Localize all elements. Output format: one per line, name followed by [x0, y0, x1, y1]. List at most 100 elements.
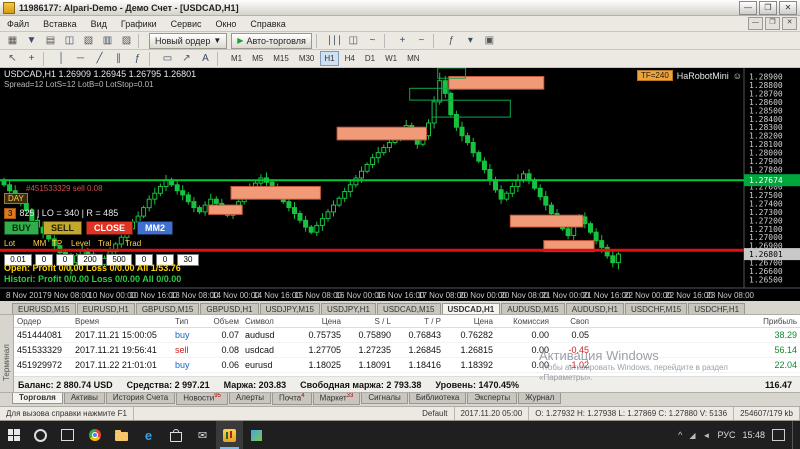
terminal-tab-эксперты[interactable]: Эксперты: [467, 393, 518, 404]
text-tool-icon[interactable]: A: [196, 50, 215, 67]
store-icon[interactable]: [162, 421, 189, 449]
navigator-icon[interactable]: ▧: [79, 32, 98, 49]
chart-tab-usdjpy-m15[interactable]: USDJPY,M15: [259, 303, 320, 314]
arrow-tool-icon[interactable]: ↗: [177, 50, 196, 67]
account-summary-row[interactable]: Баланс: 2 880.74 USD Средства: 2 997.21 …: [14, 376, 800, 392]
market-watch-icon[interactable]: ▤: [41, 32, 60, 49]
periods-icon[interactable]: ▾: [461, 32, 480, 49]
orders-column-7[interactable]: T / P: [394, 315, 444, 328]
clock[interactable]: 15:48: [742, 430, 765, 440]
tray-hidden-icons-button[interactable]: ^: [678, 430, 682, 440]
chart-tab-usdcad-m15[interactable]: USDCAD,M15: [376, 303, 441, 314]
chart-bars-icon[interactable]: ∣∣∣: [325, 32, 344, 49]
menu-item-7[interactable]: Справка: [243, 19, 292, 29]
orders-column-6[interactable]: S / L: [344, 315, 394, 328]
chart-line-icon[interactable]: ~: [363, 32, 382, 49]
mail-icon[interactable]: ✉: [189, 421, 216, 449]
templates-icon[interactable]: ▣: [480, 32, 499, 49]
strategy-tester-icon[interactable]: ▨: [117, 32, 136, 49]
ea-smiley-icon[interactable]: ☺: [733, 71, 742, 81]
autotrade-button[interactable]: ▶ Авто-торговля: [231, 32, 312, 49]
chart-restore-button[interactable]: ❐: [765, 17, 780, 30]
explorer-icon[interactable]: [108, 421, 135, 449]
terminal-tab-алерты[interactable]: Алерты: [228, 393, 272, 404]
language-indicator[interactable]: РУС: [717, 430, 735, 440]
shapes-icon[interactable]: ▭: [158, 50, 177, 67]
action-center-icon[interactable]: [772, 429, 785, 441]
terminal-tab-сигналы[interactable]: Сигналы: [361, 393, 408, 404]
terminal-panel-handle[interactable]: Терминал: [0, 315, 14, 392]
timeframe-w1[interactable]: W1: [381, 51, 401, 66]
terminal-tab-почта[interactable]: Почта4: [272, 393, 312, 405]
task-view-button[interactable]: [54, 421, 81, 449]
menu-item-3[interactable]: Вид: [84, 19, 114, 29]
timeframe-m15[interactable]: M15: [269, 51, 293, 66]
menu-item-1[interactable]: Файл: [0, 19, 36, 29]
terminal-tab-журнал[interactable]: Журнал: [518, 393, 562, 404]
horizontal-line-icon[interactable]: ─: [71, 50, 90, 67]
timeframe-m30[interactable]: M30: [295, 51, 319, 66]
chart-tab-eurusd-h1[interactable]: EURUSD,H1: [76, 303, 135, 314]
network-icon[interactable]: ◢: [689, 431, 695, 440]
chart-tab-audusd-m15[interactable]: AUDUSD,M15: [501, 303, 565, 314]
channel-icon[interactable]: ∥: [109, 50, 128, 67]
menu-item-4[interactable]: Графики: [114, 19, 164, 29]
chart-minimize-button[interactable]: —: [748, 17, 763, 30]
zoom-in-icon[interactable]: +: [393, 32, 412, 49]
orders-column-1[interactable]: Время: [72, 315, 172, 328]
chart-tab-gbpusd-m15[interactable]: GBPUSD,M15: [135, 303, 200, 314]
close-button[interactable]: CLOSE: [86, 221, 134, 235]
chart-tab-usdchf-m15[interactable]: USDCHF,M15: [625, 303, 688, 314]
mm2-button[interactable]: MM2: [137, 221, 174, 235]
search-button[interactable]: [27, 421, 54, 449]
order-row[interactable]: 451533329 2017.11.21 19:56:41 sell 0.08 usdc…: [14, 342, 800, 358]
data-window-icon[interactable]: ◫: [60, 32, 79, 49]
orders-column-2[interactable]: Тип: [172, 315, 204, 328]
orders-column-0[interactable]: Ордер: [14, 315, 72, 328]
chart-tab-audusd-h1[interactable]: AUDUSD,H1: [565, 303, 624, 314]
order-row[interactable]: 451929972 2017.11.22 21:01:01 buy 0.06 eurus…: [14, 357, 800, 373]
orders-column-4[interactable]: Символ: [242, 315, 292, 328]
terminal-tab-история-счета[interactable]: История Счета: [105, 393, 176, 404]
timeframe-m1[interactable]: M1: [227, 51, 246, 66]
trendline-icon[interactable]: ╱: [90, 50, 109, 67]
timeframe-d1[interactable]: D1: [361, 51, 379, 66]
chart-candles-icon[interactable]: ◫: [344, 32, 363, 49]
terminal-tab-библиотека[interactable]: Библиотека: [408, 393, 467, 404]
menu-item-5[interactable]: Сервис: [164, 19, 209, 29]
window-maximize-button[interactable]: ❐: [759, 0, 777, 15]
profiles-icon[interactable]: ▼: [22, 32, 41, 49]
window-minimize-button[interactable]: —: [739, 0, 757, 15]
zoom-out-icon[interactable]: −: [412, 32, 431, 49]
terminal-tab-новости[interactable]: Новости95: [176, 393, 228, 405]
crosshair-icon[interactable]: +: [22, 50, 41, 67]
terminal-tab-маркет[interactable]: Маркет33: [312, 393, 361, 405]
indicators-icon[interactable]: ƒ: [442, 32, 461, 49]
chart-tab-usdcad-h1[interactable]: USDCAD,H1: [441, 303, 501, 314]
menu-item-2[interactable]: Вставка: [36, 19, 83, 29]
timeframe-h1[interactable]: H1: [320, 51, 339, 66]
edge-icon[interactable]: e: [135, 421, 162, 449]
chart-tab-gbpusd-h1[interactable]: GBPUSD,H1: [200, 303, 259, 314]
timeframe-m5[interactable]: M5: [248, 51, 267, 66]
timeframe-h4[interactable]: H4: [341, 51, 359, 66]
orders-column-8[interactable]: Цена: [444, 315, 496, 328]
show-desktop-button[interactable]: [792, 421, 797, 449]
buy-button[interactable]: BUY: [4, 221, 40, 235]
chart-close-button[interactable]: ✕: [782, 17, 797, 30]
orders-column-11[interactable]: Прибыль: [592, 315, 800, 328]
fibonacci-icon[interactable]: ƒ: [128, 50, 147, 67]
timeframe-mn[interactable]: MN: [403, 51, 423, 66]
window-close-button[interactable]: ✕: [779, 0, 797, 15]
orders-column-3[interactable]: Объем: [204, 315, 242, 328]
orders-column-9[interactable]: Комиссия: [496, 315, 552, 328]
orders-column-10[interactable]: Своп: [552, 315, 592, 328]
terminal-tab-торговля[interactable]: Торговля: [12, 393, 63, 404]
vertical-line-icon[interactable]: │: [52, 50, 71, 67]
terminal-panel-icon[interactable]: ▥: [98, 32, 117, 49]
chart-tab-usdchf-h1[interactable]: USDCHF,H1: [688, 303, 746, 314]
chart-tab-eurusd-m15[interactable]: EURUSD,M15: [12, 303, 76, 314]
status-profile[interactable]: Default: [416, 407, 455, 420]
menu-item-6[interactable]: Окно: [209, 19, 244, 29]
orders-column-5[interactable]: Цена: [292, 315, 344, 328]
